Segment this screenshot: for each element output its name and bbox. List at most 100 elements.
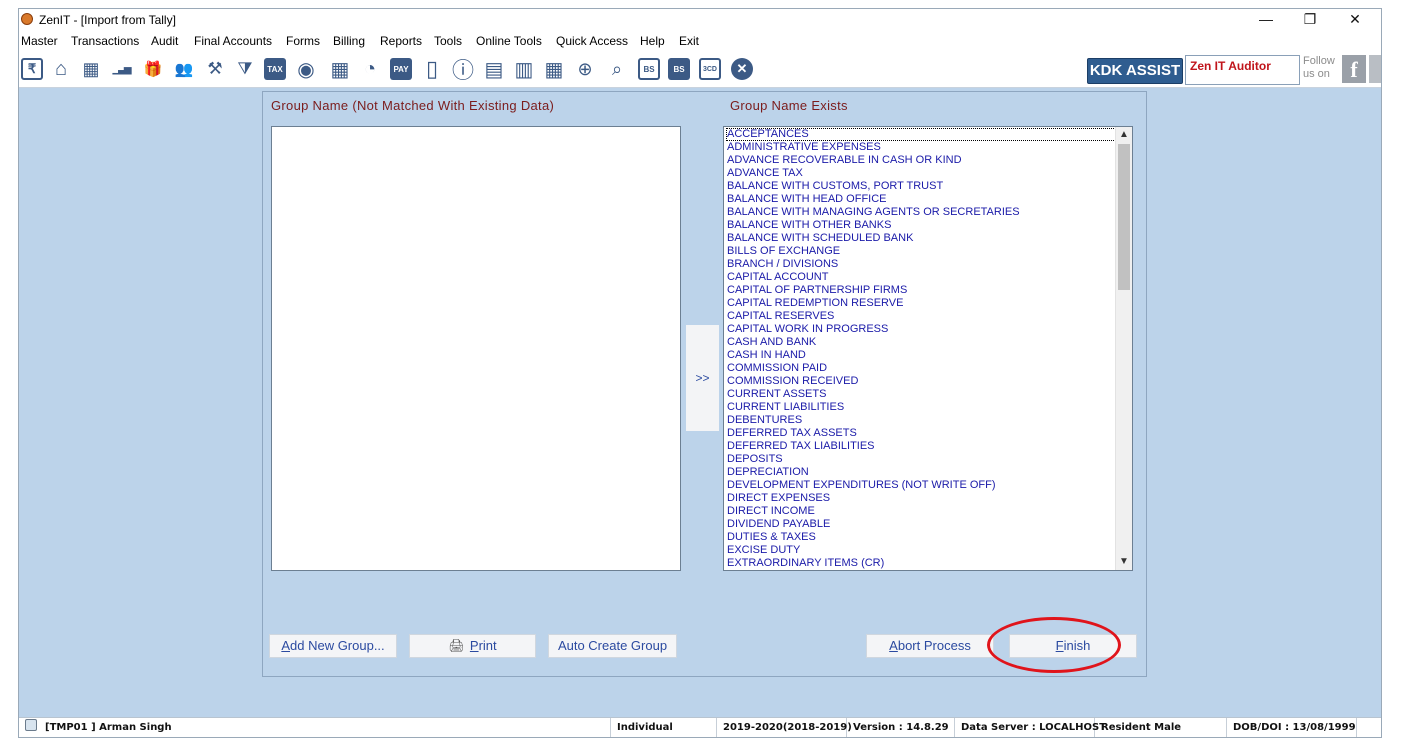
- existing-group-item[interactable]: COMMISSION PAID: [726, 362, 1116, 375]
- menu-audit[interactable]: Audit: [151, 34, 178, 48]
- pay-icon[interactable]: PAY: [390, 58, 412, 80]
- existing-group-item[interactable]: DEVELOPMENT EXPENDITURES (NOT WRITE OFF): [726, 479, 1116, 492]
- abort-process-button[interactable]: Abort Process: [866, 634, 994, 658]
- building-icon[interactable]: ▦: [80, 58, 102, 80]
- us-on-text: us on: [1303, 68, 1330, 80]
- status-resident: Resident Male: [1095, 718, 1227, 737]
- existing-group-item[interactable]: DEFERRED TAX LIABILITIES: [726, 440, 1116, 453]
- existing-group-item[interactable]: BILLS OF EXCHANGE: [726, 245, 1116, 258]
- existing-group-item[interactable]: CASH IN HAND: [726, 349, 1116, 362]
- zen-it-auditor-label: Zen IT Auditor: [1185, 55, 1300, 85]
- existing-group-item[interactable]: DUTIES & TAXES: [726, 531, 1116, 544]
- add-new-group-button[interactable]: Add New Group...: [269, 634, 397, 658]
- existing-group-item[interactable]: DIRECT EXPENSES: [726, 492, 1116, 505]
- existing-group-item[interactable]: DIRECT INCOME: [726, 505, 1116, 518]
- facebook-icon[interactable]: f: [1342, 55, 1366, 83]
- calculator-icon[interactable]: ▦: [329, 58, 351, 81]
- follow-text: Follow: [1303, 55, 1335, 67]
- existing-group-item[interactable]: BALANCE WITH HEAD OFFICE: [726, 193, 1116, 206]
- existing-group-item[interactable]: BALANCE WITH CUSTOMS, PORT TRUST: [726, 180, 1116, 193]
- existing-group-item[interactable]: ACCEPTANCES: [726, 128, 1116, 141]
- menu-master[interactable]: Master: [21, 34, 58, 48]
- tablet-icon[interactable]: ▯: [421, 56, 443, 81]
- existing-group-item[interactable]: CURRENT LIABILITIES: [726, 401, 1116, 414]
- status-type: Individual: [611, 718, 717, 737]
- gift-icon[interactable]: 🎁: [142, 58, 164, 80]
- app-window: ZenIT - [Import from Tally] — ❐ ✕ Master…: [18, 8, 1382, 738]
- gavel-icon[interactable]: ⚒: [204, 58, 226, 80]
- spreadsheet-icon[interactable]: ▤: [483, 58, 505, 81]
- bs-icon[interactable]: BS: [638, 58, 660, 80]
- existing-group-item[interactable]: BALANCE WITH MANAGING AGENTS OR SECRETAR…: [726, 206, 1116, 219]
- bar-chart-icon[interactable]: ▁▃▅: [110, 58, 132, 80]
- rupee-icon[interactable]: ₹: [21, 58, 43, 80]
- kdk-assist-button[interactable]: KDK ASSIST: [1087, 58, 1183, 84]
- print-button[interactable]: 🖨 Print: [409, 634, 536, 658]
- menu-transactions[interactable]: Transactions: [71, 34, 139, 48]
- scroll-thumb[interactable]: [1118, 144, 1130, 290]
- users-icon[interactable]: 👥: [173, 58, 195, 80]
- move-right-button[interactable]: >>: [686, 325, 719, 431]
- existing-groups-heading: Group Name Exists: [730, 98, 848, 113]
- existing-groups-list[interactable]: ACCEPTANCES ADMINISTRATIVE EXPENSES ADVANC…: [723, 126, 1133, 571]
- existing-group-item[interactable]: EXCISE DUTY: [726, 544, 1116, 557]
- calendar-icon[interactable]: ▦: [543, 58, 565, 81]
- existing-group-item[interactable]: CAPITAL REDEMPTION RESERVE: [726, 297, 1116, 310]
- report-icon[interactable]: ▥: [513, 58, 535, 81]
- existing-group-item[interactable]: CAPITAL OF PARTNERSHIP FIRMS: [726, 284, 1116, 297]
- existing-group-item[interactable]: BRANCH / DIVISIONS: [726, 258, 1116, 271]
- existing-group-item[interactable]: COMMISSION RECEIVED: [726, 375, 1116, 388]
- social-icon[interactable]: [1369, 55, 1381, 83]
- existing-group-item[interactable]: CURRENT ASSETS: [726, 388, 1116, 401]
- existing-group-item[interactable]: CAPITAL WORK IN PROGRESS: [726, 323, 1116, 336]
- menu-tools[interactable]: Tools: [434, 34, 462, 48]
- menu-help[interactable]: Help: [640, 34, 665, 48]
- info-icon[interactable]: ⓘ: [452, 58, 474, 83]
- scroll-up-icon[interactable]: ▲: [1116, 127, 1132, 143]
- menu-exit[interactable]: Exit: [679, 34, 699, 48]
- existing-group-item[interactable]: ADMINISTRATIVE EXPENSES: [726, 141, 1116, 154]
- vertical-scrollbar[interactable]: ▲ ▼: [1115, 127, 1132, 570]
- existing-group-item[interactable]: BALANCE WITH OTHER BANKS: [726, 219, 1116, 232]
- auto-create-group-button[interactable]: Auto Create Group: [548, 634, 677, 658]
- existing-group-item[interactable]: CAPITAL RESERVES: [726, 310, 1116, 323]
- existing-group-item[interactable]: DEBENTURES: [726, 414, 1116, 427]
- menu-final-accounts[interactable]: Final Accounts: [194, 34, 272, 48]
- unmatched-groups-list[interactable]: [271, 126, 681, 571]
- existing-group-item[interactable]: DEFERRED TAX ASSETS: [726, 427, 1116, 440]
- filter-icon[interactable]: ⧩: [234, 58, 256, 80]
- document-search-icon[interactable]: ⌕: [606, 58, 628, 80]
- follow-us-label: Follow us on: [1303, 55, 1335, 81]
- existing-group-item[interactable]: DIVIDEND PAYABLE: [726, 518, 1116, 531]
- existing-group-item[interactable]: EXTRAORDINARY ITEMS (CR): [726, 557, 1116, 570]
- existing-groups-items: ACCEPTANCES ADMINISTRATIVE EXPENSES ADVANC…: [726, 128, 1116, 570]
- existing-group-item[interactable]: ADVANCE TAX: [726, 167, 1116, 180]
- scroll-down-icon[interactable]: ▼: [1116, 554, 1132, 570]
- menu-billing[interactable]: Billing: [333, 34, 365, 48]
- menu-quick-access[interactable]: Quick Access: [556, 34, 628, 48]
- auto-create-group-label: Auto Create Group: [557, 638, 668, 653]
- existing-group-item[interactable]: BALANCE WITH SCHEDULED BANK: [726, 232, 1116, 245]
- restore-button[interactable]: ❐: [1288, 9, 1332, 31]
- menu-online-tools[interactable]: Online Tools: [476, 34, 542, 48]
- existing-group-item[interactable]: CASH AND BANK: [726, 336, 1116, 349]
- existing-group-item[interactable]: DEPOSITS: [726, 453, 1116, 466]
- tax-icon[interactable]: TAX: [264, 58, 286, 80]
- 3cd-icon[interactable]: 3CD: [699, 58, 721, 80]
- bs-sch-icon[interactable]: BS: [668, 58, 690, 80]
- close-circle-icon[interactable]: ✕: [731, 58, 753, 80]
- pie-chart-icon[interactable]: ◔: [359, 58, 381, 80]
- folder-add-icon[interactable]: ⊕: [574, 58, 596, 80]
- existing-group-item[interactable]: ADVANCE RECOVERABLE IN CASH OR KIND: [726, 154, 1116, 167]
- status-user: [TMP01 ] Arman Singh: [19, 718, 611, 737]
- close-button[interactable]: ✕: [1333, 9, 1377, 31]
- menu-forms[interactable]: Forms: [286, 34, 320, 48]
- abort-process-label: Abort Process: [889, 638, 971, 653]
- existing-group-item[interactable]: DEPRECIATION: [726, 466, 1116, 479]
- menu-reports[interactable]: Reports: [380, 34, 422, 48]
- target-icon[interactable]: ◉: [295, 58, 317, 81]
- finish-button[interactable]: Finish: [1009, 634, 1137, 658]
- home-icon[interactable]: ⌂: [50, 58, 72, 80]
- existing-group-item[interactable]: CAPITAL ACCOUNT: [726, 271, 1116, 284]
- minimize-button[interactable]: —: [1244, 9, 1288, 31]
